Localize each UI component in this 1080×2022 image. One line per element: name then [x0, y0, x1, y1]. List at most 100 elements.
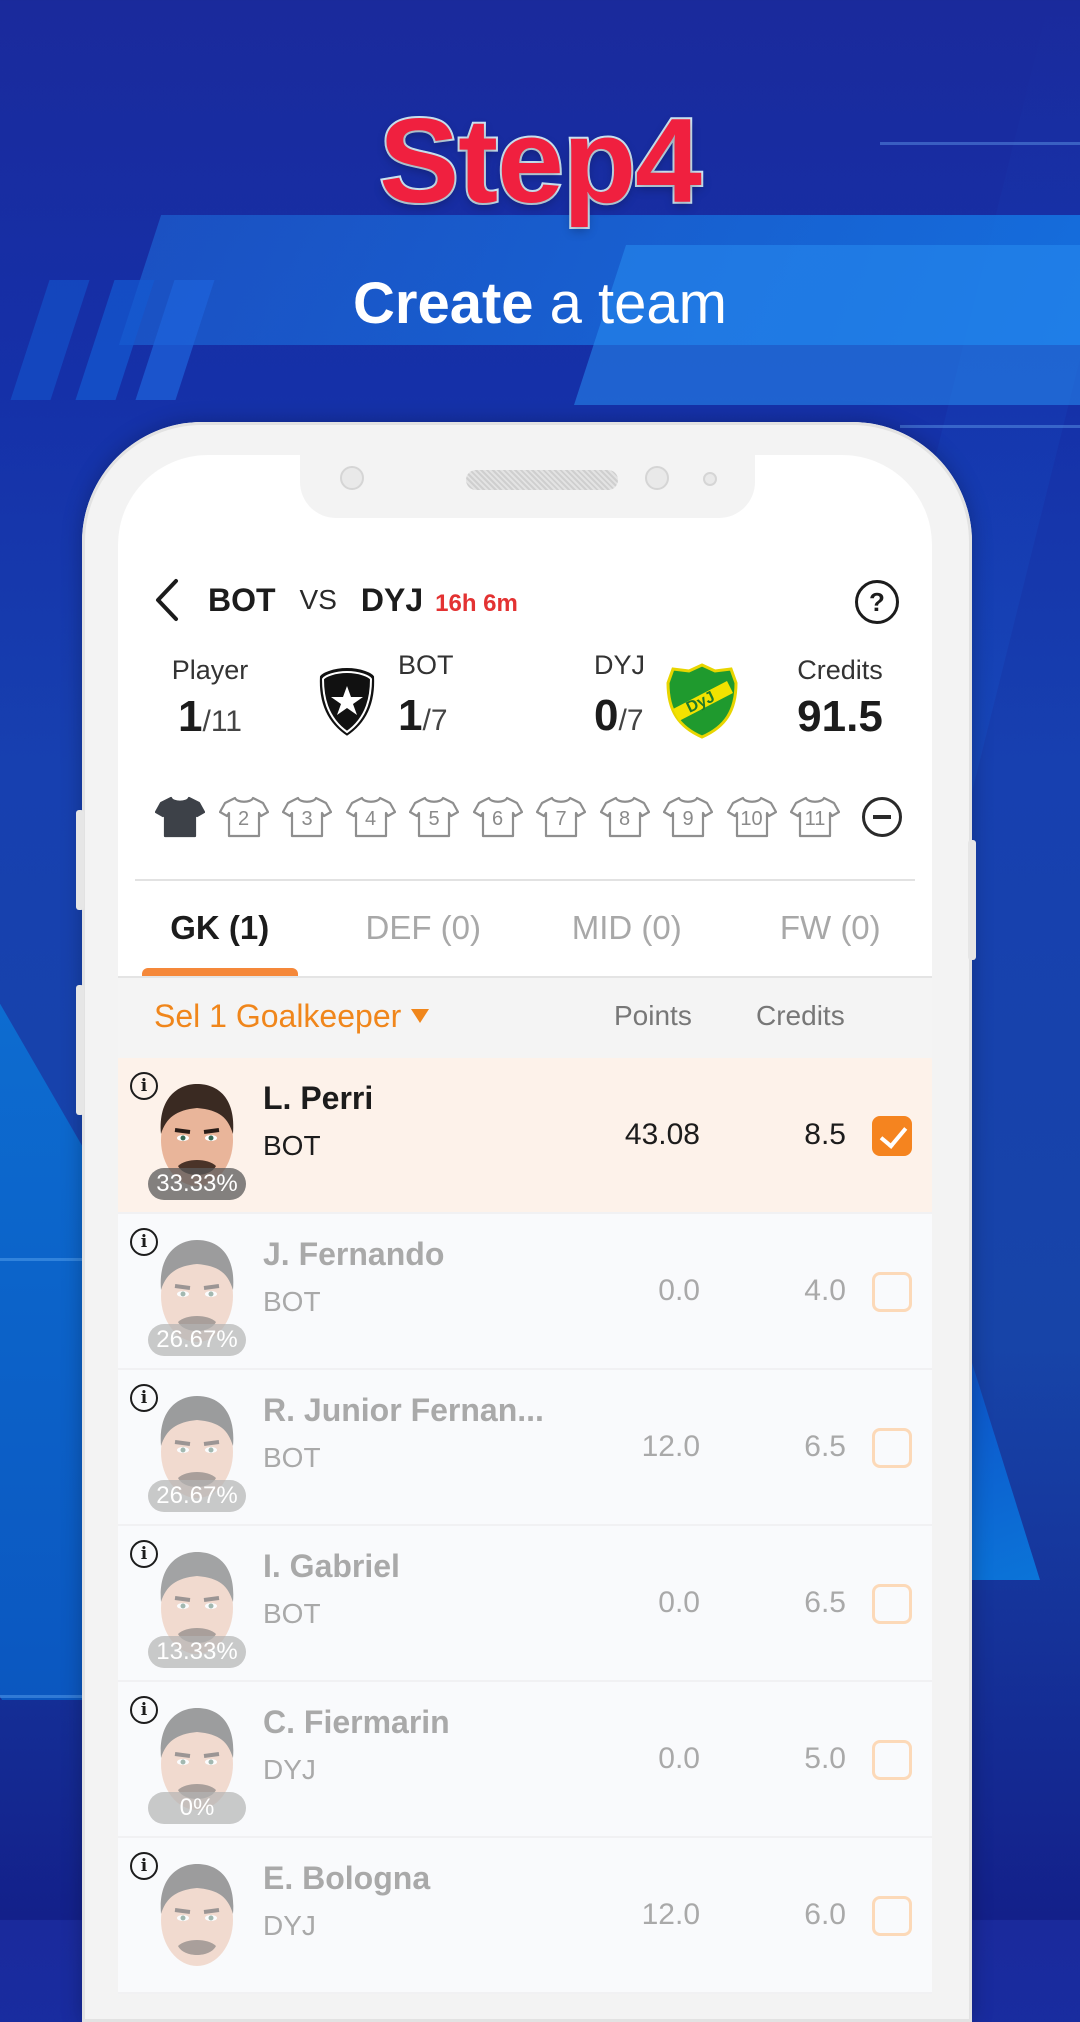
home-count-stat: BOT 1/7	[398, 650, 454, 741]
dyj-team-logo: DyJ	[665, 663, 739, 744]
player-name: L. Perri	[263, 1080, 374, 1116]
player-team: BOT	[263, 1286, 321, 1317]
jersey-number: 3	[301, 808, 313, 830]
jersey-empty-icon: 7	[535, 795, 587, 839]
match-header: BOT VS DYJ 16h 6m	[150, 575, 518, 625]
vs-label: VS	[299, 584, 337, 615]
away-count-stat: DYJ 0/7	[594, 650, 645, 741]
player-row[interactable]: i 26.67% R. Junior Fernan... BOT 12.0 6.…	[118, 1370, 932, 1526]
player-credits: 5.0	[804, 1742, 846, 1775]
player-team: BOT	[263, 1598, 321, 1629]
jersey-number: 8	[618, 808, 631, 830]
phone-side-button	[968, 840, 976, 960]
bot-team-logo	[315, 664, 379, 745]
jersey-number: 5	[428, 808, 440, 830]
jersey-empty-icon: 8	[599, 795, 650, 839]
jersey-empty-icon: 5	[408, 795, 460, 839]
away-label: DYJ	[594, 650, 646, 680]
jersey-number: 11	[804, 808, 826, 830]
jersey-empty-icon: 2	[218, 795, 269, 839]
back-button[interactable]	[150, 575, 184, 625]
jersey-number: 6	[491, 808, 504, 830]
player-list: i 33.33% L. Perri BOT 43.08 8.5 i 26.67%…	[118, 1058, 932, 1994]
botafogo-crest-icon	[317, 665, 377, 739]
tab-def[interactable]: DEF (0)	[322, 900, 526, 976]
player-row[interactable]: i 0% C. Fiermarin DYJ 0.0 5.0	[118, 1682, 932, 1838]
credits-remaining: 91.5	[797, 692, 883, 741]
player-row[interactable]: i 33.33% L. Perri BOT 43.08 8.5	[118, 1058, 932, 1214]
player-name: J. Fernando	[263, 1236, 445, 1272]
player-face-icon	[160, 1864, 234, 1966]
divider	[135, 879, 915, 881]
speaker-grille	[466, 470, 618, 490]
home-team-code: BOT	[208, 581, 276, 618]
checkbox-unchecked[interactable]	[872, 1740, 912, 1780]
player-count-stat: Player 1/11	[150, 655, 270, 742]
checkbox-unchecked[interactable]	[872, 1272, 912, 1312]
selected-by-percentage: 26.67%	[148, 1324, 246, 1356]
sensor-icon	[703, 472, 717, 486]
player-points: 0.0	[658, 1586, 700, 1619]
lineup-jersey-row: 2 3 4 5 6 7 8 9 10 11	[154, 795, 902, 839]
player-team: BOT	[263, 1442, 321, 1473]
jersey-empty-icon: 10	[726, 795, 777, 839]
credits-column-header[interactable]: Credits	[756, 1000, 845, 1032]
selected-by-percentage: 33.33%	[148, 1168, 246, 1200]
checkbox-checked[interactable]	[872, 1116, 912, 1156]
checkbox-unchecked[interactable]	[872, 1428, 912, 1468]
player-points: 12.0	[641, 1898, 700, 1931]
jersey-empty-icon: 9	[662, 795, 714, 839]
defensa-crest-icon: DyJ	[666, 663, 738, 739]
player-name: E. Bologna	[263, 1860, 431, 1896]
player-row[interactable]: i 26.67% J. Fernando BOT 0.0 4.0	[118, 1214, 932, 1370]
position-tabs: GK (1) DEF (0) MID (0) FW (0)	[118, 900, 932, 976]
player-list-header: Sel 1 Goalkeeper Points Credits	[118, 976, 932, 1060]
player-team: DYJ	[263, 1754, 316, 1785]
checkbox-unchecked[interactable]	[872, 1896, 912, 1936]
player-label: Player	[171, 655, 249, 685]
step-subtitle: Create a team	[0, 270, 1080, 337]
tab-mid[interactable]: MID (0)	[525, 900, 729, 976]
player-points: 0.0	[658, 1274, 700, 1307]
jersey-number: 9	[682, 808, 694, 830]
checkbox-unchecked[interactable]	[872, 1584, 912, 1624]
chevron-left-icon	[156, 579, 178, 621]
credits-stat: Credits 91.5	[790, 655, 890, 742]
step-title: Step4	[377, 92, 704, 230]
player-credits: 6.5	[804, 1430, 846, 1463]
home-count: 1/7	[398, 691, 448, 740]
player-credits: 8.5	[804, 1118, 846, 1151]
match-countdown: 16h 6m	[435, 590, 518, 617]
clear-lineup-button[interactable]	[861, 797, 902, 837]
selected-by-percentage: 0%	[148, 1792, 246, 1824]
player-credits: 4.0	[804, 1274, 846, 1307]
subtitle-rest: a team	[533, 271, 727, 336]
jersey-empty-icon: 6	[472, 795, 523, 839]
phone-side-button	[76, 985, 84, 1115]
player-row[interactable]: i 13.33% I. Gabriel BOT 0.0 6.5	[118, 1526, 932, 1682]
jersey-number: 10	[740, 808, 763, 830]
sensor-icon	[645, 466, 669, 490]
selected-by-percentage: 13.33%	[148, 1636, 246, 1668]
player-team: BOT	[263, 1130, 321, 1161]
tab-fw[interactable]: FW (0)	[729, 900, 933, 976]
jersey-number: 4	[364, 808, 377, 830]
player-name: R. Junior Fernan...	[263, 1392, 544, 1428]
player-name: I. Gabriel	[263, 1548, 400, 1584]
tab-gk[interactable]: GK (1)	[118, 900, 322, 976]
player-points: 12.0	[641, 1430, 700, 1463]
player-count: 1/11	[178, 692, 242, 741]
jersey-empty-icon: 4	[345, 795, 396, 839]
player-row[interactable]: i E. Bologna DYJ 12.0 6.0	[118, 1838, 932, 1994]
away-count: 0/7	[594, 691, 644, 740]
front-camera-icon	[340, 466, 364, 490]
points-column-header[interactable]: Points	[614, 1000, 692, 1032]
player-avatar	[148, 1858, 246, 1976]
player-team: DYJ	[263, 1910, 316, 1941]
help-button[interactable]: ?	[855, 580, 899, 624]
subtitle-bold: Create	[353, 271, 534, 336]
phone-side-button	[76, 810, 84, 910]
caret-down-icon	[411, 1009, 430, 1023]
goalkeeper-filter-dropdown[interactable]: Sel 1 Goalkeeper	[154, 998, 430, 1035]
jersey-empty-icon: 11	[789, 795, 841, 839]
